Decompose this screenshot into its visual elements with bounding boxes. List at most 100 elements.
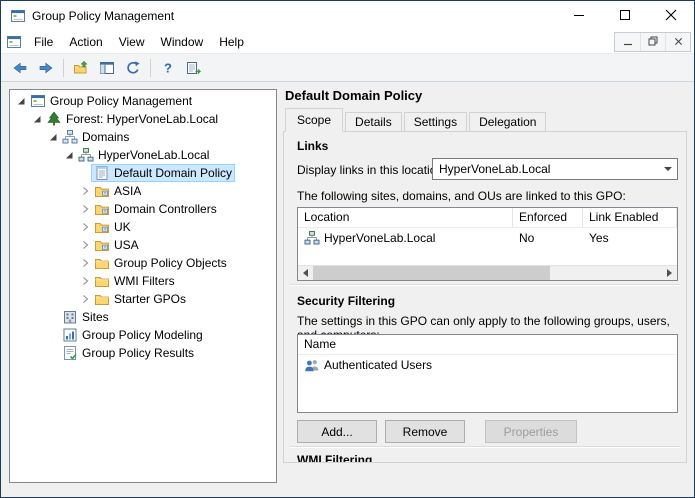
toolbar-forward-button[interactable] [34, 56, 58, 80]
tree-item-body: Default Domain Policy [91, 164, 236, 182]
chevron-collapsed-icon[interactable] [78, 203, 91, 215]
chevron-collapsed-icon[interactable] [78, 239, 91, 251]
chevron-down-icon[interactable] [659, 159, 677, 179]
tree-item-label: HyperVoneLab.Local [98, 148, 210, 162]
title-bar[interactable]: Group Policy Management [1, 1, 694, 31]
chevron-collapsed-icon[interactable] [78, 221, 91, 233]
tree-item-forest-hypervonelab-local[interactable]: Forest: HyperVoneLab.Local [10, 110, 276, 128]
add-button[interactable]: Add... [297, 420, 377, 443]
scroll-left-button[interactable] [298, 266, 313, 280]
tree-item-body: ASIA [91, 182, 144, 200]
links-description: The following sites, domains, and OUs ar… [297, 189, 626, 203]
security-buttons: Add... Remove Properties [297, 420, 585, 443]
scrollbar-thumb[interactable] [313, 266, 551, 280]
menu-items: File Action View Window Help [26, 31, 252, 53]
tree-item-group-policy-objects[interactable]: Group Policy Objects [10, 254, 276, 272]
chevron-expanded-icon[interactable] [62, 149, 75, 161]
tree-item-label: USA [114, 238, 139, 252]
tree-item-label: Group Policy Objects [114, 256, 227, 270]
toolbar-help-button[interactable]: ? [156, 56, 180, 80]
toolbar-up-one-level-button[interactable] [69, 56, 93, 80]
chevron-expanded-icon[interactable] [14, 95, 27, 107]
chevron-collapsed-icon[interactable] [78, 257, 91, 269]
security-table-row[interactable]: Authenticated Users [298, 355, 677, 375]
domain-icon [78, 147, 94, 163]
chevron-expanded-icon[interactable] [46, 131, 59, 143]
toolbar-show-console-tree-button[interactable] [95, 56, 119, 80]
scrollbar-track[interactable] [313, 266, 662, 280]
menu-action[interactable]: Action [61, 31, 110, 53]
menu-help[interactable]: Help [211, 31, 252, 53]
toolbar-refresh-button[interactable] [121, 56, 145, 80]
ou-icon [94, 237, 110, 253]
minimize-button[interactable] [556, 1, 602, 31]
mdi-restore-button[interactable] [640, 33, 665, 51]
tree-item-usa[interactable]: USA [10, 236, 276, 254]
tree-item-group-policy-modeling[interactable]: Group Policy Modeling [10, 326, 276, 344]
triangle-left-icon [303, 269, 308, 277]
mdi-close-button[interactable] [665, 33, 690, 51]
column-header-enforced[interactable]: Enforced [513, 208, 583, 227]
menu-window[interactable]: Window [153, 31, 212, 53]
tree-item-starter-gpos[interactable]: Starter GPOs [10, 290, 276, 308]
mdi-minimize-button[interactable] [615, 33, 640, 51]
help-icon: ? [160, 60, 176, 76]
minimize-icon [623, 35, 633, 49]
export-list-icon [186, 60, 202, 76]
tab-scope[interactable]: Scope [285, 108, 344, 132]
tree-item-label: ASIA [114, 184, 142, 198]
tree-item-body: WMI Filters [91, 272, 178, 290]
remove-button[interactable]: Remove [385, 420, 465, 443]
scroll-right-button[interactable] [662, 266, 677, 280]
tree-item-domain-controllers[interactable]: Domain Controllers [10, 200, 276, 218]
chevron-collapsed-icon[interactable] [78, 275, 91, 287]
properties-button: Properties [485, 420, 577, 443]
close-button[interactable] [648, 1, 694, 31]
tree-item-default-domain-policy[interactable]: Default Domain Policy [10, 164, 276, 182]
chevron-collapsed-icon[interactable] [78, 185, 91, 197]
chevron-collapsed-icon[interactable] [78, 293, 91, 305]
gpmc-window: Group Policy Management File Action View Wi… [0, 0, 695, 498]
column-header-location[interactable]: Location [298, 208, 513, 227]
close-icon [674, 35, 683, 49]
console-tree: Group Policy Management Forest: HyperVone… [9, 89, 277, 483]
ou-icon [94, 183, 110, 199]
horizontal-scrollbar[interactable] [298, 265, 677, 280]
tab-details[interactable]: Details [345, 112, 402, 131]
column-header-name[interactable]: Name [298, 335, 677, 354]
window-controls [556, 1, 694, 31]
show-console-tree-icon [99, 60, 115, 76]
tree-item-group-policy-management[interactable]: Group Policy Management [10, 92, 276, 110]
tab-settings[interactable]: Settings [403, 112, 468, 131]
tree-item-wmi-filters[interactable]: WMI Filters [10, 272, 276, 290]
menu-file[interactable]: File [26, 31, 61, 53]
tree-item-body: HyperVoneLab.Local [75, 146, 212, 164]
tree-item-body: Group Policy Modeling [59, 326, 206, 344]
toolbar-back-button[interactable] [8, 56, 32, 80]
details-pane: Default Domain Policy Scope Details Settin… [283, 87, 687, 487]
tree-item-domains[interactable]: Domains [10, 128, 276, 146]
refresh-icon [125, 60, 141, 76]
gpo-title: Default Domain Policy [285, 88, 423, 103]
column-header-filler [677, 208, 678, 227]
tree-item-hypervonelab-local[interactable]: HyperVoneLab.Local [10, 146, 276, 164]
tree-item-group-policy-results[interactable]: Group Policy Results [10, 344, 276, 362]
location-text: HyperVoneLab.Local [324, 231, 436, 245]
menu-view[interactable]: View [111, 31, 153, 53]
tree-item-uk[interactable]: UK [10, 218, 276, 236]
tree-item-sites[interactable]: Sites [10, 308, 276, 326]
maximize-button[interactable] [602, 1, 648, 31]
tab-delegation[interactable]: Delegation [469, 112, 547, 131]
tree-item-asia[interactable]: ASIA [10, 182, 276, 200]
chevron-expanded-icon[interactable] [30, 113, 43, 125]
ou-icon [94, 201, 110, 217]
location-combobox[interactable]: HyperVoneLab.Local [432, 158, 678, 180]
toolbar-export-list-button[interactable] [182, 56, 206, 80]
security-table-header: Name [298, 335, 677, 355]
links-table-row[interactable]: HyperVoneLab.Local No Yes [298, 228, 677, 248]
triangle-right-icon [667, 269, 672, 277]
column-header-link-enabled[interactable]: Link Enabled [583, 208, 677, 227]
location-cell: HyperVoneLab.Local [298, 230, 513, 246]
